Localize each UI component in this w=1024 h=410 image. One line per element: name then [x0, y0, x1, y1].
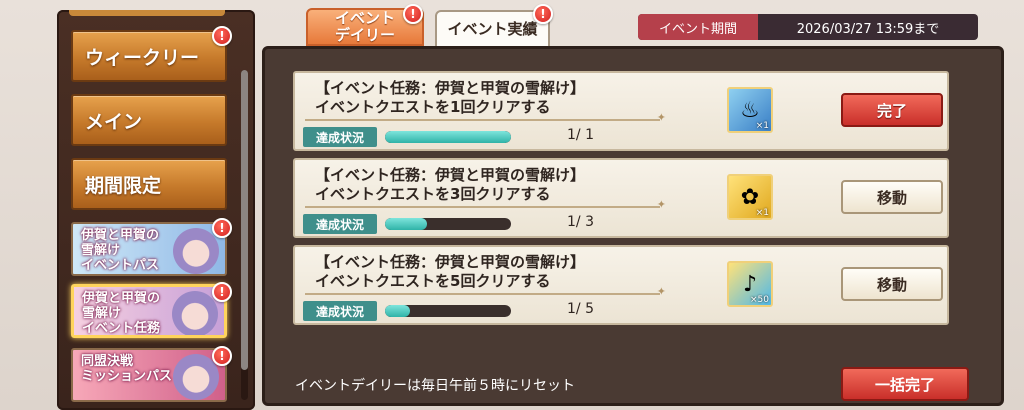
progress-bar-fill	[385, 305, 411, 317]
progress-text: 1/ 1	[567, 127, 594, 143]
mission-description: イベントクエストを3回クリアする	[315, 185, 551, 203]
tab-event-record-label: イベント実績	[447, 19, 538, 38]
status-label: 達成状況	[303, 127, 377, 147]
reset-notice: イベントデイリーは毎日午前５時にリセット	[295, 378, 575, 394]
progress-bar-fill	[385, 218, 427, 230]
status-label: 達成状況	[303, 214, 377, 234]
alliance-battle-banner-text: 同盟決戦 ミッションパス	[81, 354, 173, 384]
sidebar-scroll-thumb[interactable]	[241, 70, 248, 370]
category-limited-button[interactable]: 期間限定	[71, 158, 227, 210]
category-weekly-button[interactable]: ウィークリー	[71, 30, 227, 82]
category-limited-label: 期間限定	[85, 174, 162, 197]
event-period-value: 2026/03/27 13:59まで	[796, 21, 940, 37]
character-portrait	[173, 228, 219, 274]
notification-badge-icon: !	[403, 4, 423, 24]
reward-count: ×1	[755, 208, 769, 218]
reward-item[interactable]: ♨ ×1	[727, 87, 773, 133]
mission-row: 【イベント任務：伊賀と甲賀の雪解け】 イベントクエストを3回クリアする 達成状況…	[293, 158, 949, 238]
alliance-battle-banner[interactable]: 同盟決戦 ミッションパス	[71, 348, 227, 402]
character-portrait	[173, 354, 219, 400]
move-button[interactable]: 移動	[841, 267, 943, 301]
mission-title: 【イベント任務：伊賀と甲賀の雪解け】	[315, 79, 586, 97]
reward-count: ×1	[755, 121, 769, 131]
tab-event-daily-label: イベント デイリー	[334, 9, 395, 44]
bulk-complete-label: 一括完了	[874, 375, 935, 394]
status-label: 達成状況	[303, 301, 377, 321]
complete-button[interactable]: 完了	[841, 93, 943, 127]
event-mission-banner[interactable]: 伊賀と甲賀の 雪解け イベント任務	[71, 284, 227, 338]
character-portrait	[172, 291, 218, 335]
notification-badge-icon: !	[212, 282, 232, 302]
event-pass-banner[interactable]: 伊賀と甲賀の 雪解け イベントパス	[71, 222, 227, 276]
mission-description: イベントクエストを5回クリアする	[315, 272, 551, 290]
reward-item[interactable]: ✿ ×1	[727, 174, 773, 220]
mission-divider	[305, 198, 666, 211]
event-pass-banner-text: 伊賀と甲賀の 雪解け イベントパス	[81, 228, 160, 273]
progress-bar-fill	[385, 131, 511, 143]
reward-item[interactable]: ♪ ×50	[727, 261, 773, 307]
move-button[interactable]: 移動	[841, 180, 943, 214]
reward-count: ×50	[750, 295, 769, 305]
mission-row: 【イベント任務：伊賀と甲賀の雪解け】 イベントクエストを1回クリアする 達成状況…	[293, 71, 949, 151]
sidebar-scrollbar[interactable]	[241, 70, 248, 400]
progress-bar	[385, 131, 511, 143]
category-main-button[interactable]: メイン	[71, 94, 227, 146]
progress-text: 1/ 5	[567, 301, 594, 317]
mission-description: イベントクエストを1回クリアする	[315, 98, 551, 116]
notification-badge-icon: !	[212, 346, 232, 366]
move-button-label: 移動	[876, 188, 907, 207]
category-main-label: メイン	[85, 110, 143, 133]
mission-divider	[305, 111, 666, 124]
event-mission-banner-text: 伊賀と甲賀の 雪解け イベント任務	[82, 291, 161, 336]
event-period-label: イベント期間	[638, 14, 758, 40]
move-button-label: 移動	[876, 275, 907, 294]
progress-bar	[385, 218, 511, 230]
mission-divider	[305, 285, 666, 298]
category-weekly-label: ウィークリー	[85, 46, 200, 69]
bulk-complete-button[interactable]: 一括完了	[841, 367, 969, 401]
complete-button-label: 完了	[876, 101, 907, 120]
progress-bar	[385, 305, 511, 317]
mission-row: 【イベント任務：伊賀と甲賀の雪解け】 イベントクエストを5回クリアする 達成状況…	[293, 245, 949, 325]
notification-badge-icon: !	[212, 218, 232, 238]
progress-text: 1/ 3	[567, 214, 594, 230]
mission-title: 【イベント任務：伊賀と甲賀の雪解け】	[315, 166, 586, 184]
notification-badge-icon: !	[533, 4, 553, 24]
notification-badge-icon: !	[212, 26, 232, 46]
mission-title: 【イベント任務：伊賀と甲賀の雪解け】	[315, 253, 586, 271]
sidebar-top-strip	[69, 10, 225, 16]
mission-list-panel: 【イベント任務：伊賀と甲賀の雪解け】 イベントクエストを1回クリアする 達成状況…	[262, 46, 1004, 406]
event-period-bar: イベント期間 2026/03/27 13:59まで	[638, 14, 978, 40]
